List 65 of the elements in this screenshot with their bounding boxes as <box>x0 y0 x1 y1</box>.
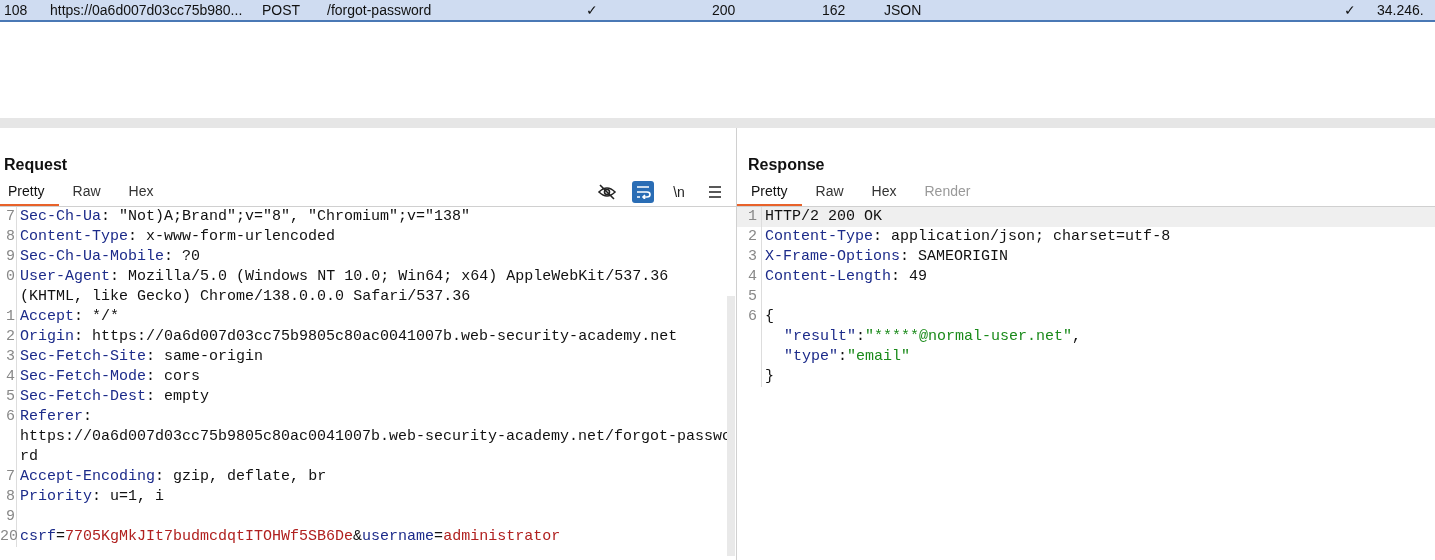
tab[interactable]: Hex <box>857 178 911 206</box>
line-number: 8 <box>0 227 17 247</box>
line-number: 6 <box>0 407 17 467</box>
history-row[interactable]: 108 https://0a6d007d03cc75b980... POST /forgot-password ✓ 200 162 JSON ✓ 34.246. <box>0 0 1435 22</box>
table-cell-text: https://0a6d007d03cc75b980... <box>49 2 244 18</box>
code-line: Sec-Ch-Ua: "Not)A;Brand";v="8", "Chromium";v="138" <box>19 207 472 227</box>
line-number: 20 <box>0 527 17 547</box>
tab[interactable]: Pretty <box>0 178 59 206</box>
table-cell-text: 200 <box>711 2 737 18</box>
table-cell-text: POST <box>261 2 302 18</box>
line-number: 8 <box>0 487 17 507</box>
tab[interactable]: Pretty <box>737 178 802 206</box>
code-line: Sec-Fetch-Dest: empty <box>19 387 211 407</box>
panel-title: Response <box>748 156 825 175</box>
scrollbar[interactable] <box>727 296 735 556</box>
code-line: HTTP/2 200 OK <box>764 207 884 227</box>
code-line: Sec-Ch-Ua-Mobile: ?0 <box>19 247 202 267</box>
newline-toggle[interactable]: \n <box>668 181 690 203</box>
code-line: User-Agent: Mozilla/5.0 (Windows NT 10.0; Win64; x64) AppleWebKit/537.36 (KHTML, like Gecko) Chrome/138.0.0.0 Safari/537.36 <box>19 267 670 307</box>
code-line: } <box>764 367 775 387</box>
line-number: 2 <box>0 327 17 347</box>
hide-icon <box>598 184 616 200</box>
code-line: Content-Length: 49 <box>764 267 929 287</box>
line-number: 7 <box>0 467 17 487</box>
line-number: 4 <box>0 367 17 387</box>
panel-title: Request <box>4 156 68 175</box>
code-line: Sec-Fetch-Site: same-origin <box>19 347 265 367</box>
tab[interactable]: Raw <box>64 178 115 206</box>
tab[interactable]: Hex <box>120 178 168 206</box>
line-number: 3 <box>737 247 762 267</box>
table-cell-text: ✓ <box>1343 2 1357 18</box>
line-number: 5 <box>737 287 762 307</box>
table-cell-text: /forgot-password <box>326 2 433 18</box>
code-line: { <box>764 307 775 327</box>
code-line: Content-Type: x-www-form-urlencoded <box>19 227 337 247</box>
line-number: 9 <box>0 247 17 267</box>
code-line: "type":"email" <box>783 347 912 367</box>
table-cell-text: 34.246. <box>1376 2 1425 18</box>
line-number: 4 <box>737 267 762 287</box>
line-number: 1 <box>0 307 17 327</box>
code-line: "result":"*****@normal-user.net", <box>783 327 1083 347</box>
line-number: 9 <box>0 507 17 527</box>
code-line: Accept-Encoding: gzip, deflate, br <box>19 467 328 487</box>
line-number: 2 <box>737 227 762 247</box>
code-line: Content-Type: application/json; charset=utf-8 <box>764 227 1172 247</box>
code-line: csrf=7705KgMkJIt7budmcdqtITOHWf5SB6De&username=administrator <box>19 527 562 547</box>
line-number: 1 <box>737 207 762 227</box>
tab[interactable]: Raw <box>801 178 858 206</box>
wrap-button[interactable] <box>632 181 654 203</box>
line-number: 5 <box>0 387 17 407</box>
code-line: Sec-Fetch-Mode: cors <box>19 367 202 387</box>
code-line: Accept: */* <box>19 307 121 327</box>
code-line: X-Frame-Options: SAMEORIGIN <box>764 247 1010 267</box>
wrap-icon <box>635 185 651 199</box>
line-number: 7 <box>0 207 17 227</box>
line-number: 6 <box>737 307 762 327</box>
line-number: 3 <box>0 347 17 367</box>
menu-icon <box>708 186 722 198</box>
table-cell-text: ✓ <box>585 2 599 18</box>
code-line: Priority: u=1, i <box>19 487 166 507</box>
table-cell-text: 162 <box>821 2 847 18</box>
line-number: 0 <box>0 267 17 307</box>
code-line: Origin: https://0a6d007d03cc75b9805c80ac0041007b.web-security-academy.net <box>19 327 679 347</box>
table-cell-text: JSON <box>883 2 923 18</box>
table-cell-text: 108 <box>3 2 29 18</box>
